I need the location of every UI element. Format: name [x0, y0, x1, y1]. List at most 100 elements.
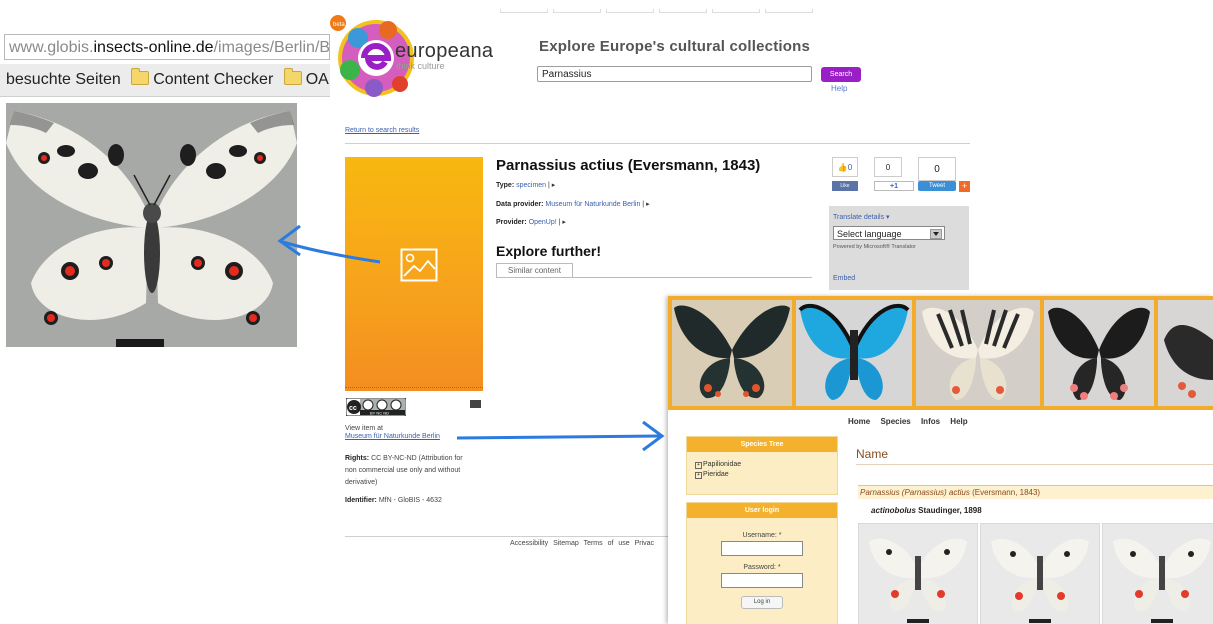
banner-photo: [1158, 300, 1213, 406]
facebook-like-button[interactable]: Like: [832, 181, 858, 191]
email-icon[interactable]: [470, 400, 481, 408]
specimen-thumbnail[interactable]: [980, 523, 1100, 624]
plus-count: 0: [874, 157, 902, 177]
divider: [856, 464, 1213, 465]
user-login-title: User login: [687, 503, 837, 518]
svg-text:cc: cc: [349, 405, 357, 412]
banner-photo: [796, 300, 912, 406]
provider-link[interactable]: OpenUp!: [529, 219, 557, 226]
subspecies-author: Staudinger, 1898: [918, 506, 982, 515]
chevron-down-icon: [930, 229, 942, 239]
username-label: Username: *: [742, 532, 782, 539]
search-button[interactable]: Search: [821, 67, 861, 82]
species-tree-box: Species Tree + Papilionidae + Pieridae: [686, 436, 838, 495]
tweet-button[interactable]: Tweet: [918, 181, 956, 191]
address-suffix: /images/Berlin/Ber: [213, 39, 330, 56]
language-select[interactable]: Select language: [833, 226, 945, 240]
footer-links[interactable]: Accessibility Sitemap Terms of use Priva…: [510, 540, 654, 547]
svg-text:beta: beta: [333, 22, 345, 28]
taxon-row[interactable]: Parnassius (Parnassius) actius (Eversman…: [858, 485, 1213, 499]
social-share-box: 👍0 0 0 Like +1 Tweet +: [832, 157, 972, 197]
help-link[interactable]: Help: [831, 84, 847, 93]
banner-photo: [1044, 300, 1154, 406]
banner-photo: [916, 300, 1040, 406]
data-provider-link[interactable]: Museum für Naturkunde Berlin: [545, 201, 640, 208]
folder-icon: [283, 68, 302, 85]
logo-wordmark: europeana: [395, 40, 494, 62]
powered-by-text: Powered by Microsoft® Translator: [833, 244, 916, 250]
arrow-to-globis: [456, 420, 665, 452]
tab-similar-content[interactable]: Similar content: [496, 263, 573, 278]
subspecies-row[interactable]: actinobolus Staudinger, 1898: [871, 506, 982, 515]
specimen-thumbnail[interactable]: [1102, 523, 1213, 624]
rights-info: Rights: CC BY-NC-ND (Attribution for non…: [345, 453, 475, 489]
species-tree-title: Species Tree: [687, 437, 837, 452]
taxon-name: Parnassius (Parnassius) actius: [860, 488, 970, 497]
nav-home[interactable]: Home: [848, 417, 870, 426]
banner-photo: [672, 300, 792, 406]
translate-panel: Translate details ▾ Select language Powe…: [829, 206, 969, 290]
tab-underline: [496, 277, 812, 278]
password-label: Password: *: [743, 564, 781, 571]
bookmark-oai[interactable]: OAI T: [306, 71, 330, 88]
subspecies-name: actinobolus: [871, 506, 916, 515]
license-badge-text: BY NC ND: [370, 411, 389, 416]
browser-chrome: www.globis.insects-online.de/images/Berl…: [0, 30, 330, 100]
username-field[interactable]: [721, 541, 803, 556]
butterfly-banner: [668, 296, 1213, 410]
identifier-info: Identifier: MfN - GloBIS - 4632: [345, 497, 442, 504]
language-select-value: Select language: [837, 229, 902, 239]
user-login-box: User login Username: * Password: * Log i…: [686, 502, 838, 624]
nav-species[interactable]: Species: [880, 417, 910, 426]
bookmarks-bar: besuchte Seiten Content Checker OAI T: [0, 64, 330, 97]
login-button[interactable]: Log in: [741, 596, 783, 609]
explore-further-heading: Explore further!: [496, 243, 602, 259]
search-input[interactable]: [537, 66, 812, 82]
type-link[interactable]: specimen: [516, 182, 546, 189]
rights-label: Rights:: [345, 455, 370, 462]
specimen-thumbnail[interactable]: [858, 523, 978, 624]
name-heading: Name: [856, 447, 889, 461]
identifier-label: Identifier:: [345, 497, 377, 504]
divider: [345, 536, 670, 537]
expand-icon[interactable]: +: [695, 462, 702, 469]
meta-provider: Provider: OpenUp! | ▸: [496, 219, 566, 226]
tweet-count: 0: [918, 157, 956, 181]
divider: [345, 143, 970, 144]
view-item-label: View item at: [345, 425, 383, 432]
tree-item-pieridae[interactable]: + Pieridae: [695, 470, 837, 480]
address-bar[interactable]: www.globis.insects-online.de/images/Berl…: [4, 34, 330, 60]
globis-page: Home Species Infos Help Species Tree + Pa…: [668, 296, 1213, 624]
globis-sidebar: Species Tree + Papilionidae + Pieridae Use…: [680, 426, 838, 624]
like-count: 👍0: [832, 157, 858, 177]
taxon-author: (Eversmann, 1843): [972, 488, 1041, 497]
meta-type: Type: specimen | ▸: [496, 182, 556, 189]
bookmark-content-checker[interactable]: Content Checker: [153, 71, 273, 88]
add-share-button[interactable]: +: [959, 181, 970, 192]
folder-icon: [131, 68, 150, 85]
museum-link[interactable]: Museum für Naturkunde Berlin: [345, 433, 440, 440]
specimen-photo: [6, 103, 297, 347]
expand-icon[interactable]: +: [695, 472, 702, 479]
globis-nav: Home Species Infos Help: [848, 417, 968, 426]
address-prefix: www.globis.: [9, 39, 94, 56]
nav-help[interactable]: Help: [950, 417, 967, 426]
cc-license-badge[interactable]: cc BY NC ND: [345, 397, 407, 417]
top-tab-strip: [500, 0, 830, 13]
google-plus-button[interactable]: +1: [874, 181, 914, 191]
password-field[interactable]: [721, 573, 803, 588]
logo-tagline: think culture: [396, 61, 445, 71]
bookmark-visited[interactable]: besuchte Seiten: [6, 71, 121, 88]
page-headline: Explore Europe's cultural collections: [539, 38, 811, 55]
tree-item-papilionidae[interactable]: + Papilionidae: [695, 460, 837, 470]
meta-data-provider: Data provider: Museum für Naturkunde Ber…: [496, 201, 650, 208]
nav-infos[interactable]: Infos: [921, 417, 940, 426]
identifier-value: MfN - GloBIS - 4632: [378, 497, 442, 504]
address-host: insects-online.de: [93, 39, 214, 56]
item-title: Parnassius actius (Eversmann, 1843): [496, 157, 761, 174]
translate-details-toggle[interactable]: Translate details ▾: [833, 213, 890, 221]
image-placeholder-icon: [400, 248, 438, 287]
embed-link[interactable]: Embed: [833, 275, 855, 282]
return-to-results-link[interactable]: Return to search results: [345, 127, 419, 134]
thumbs-up-icon: 👍: [837, 163, 848, 172]
